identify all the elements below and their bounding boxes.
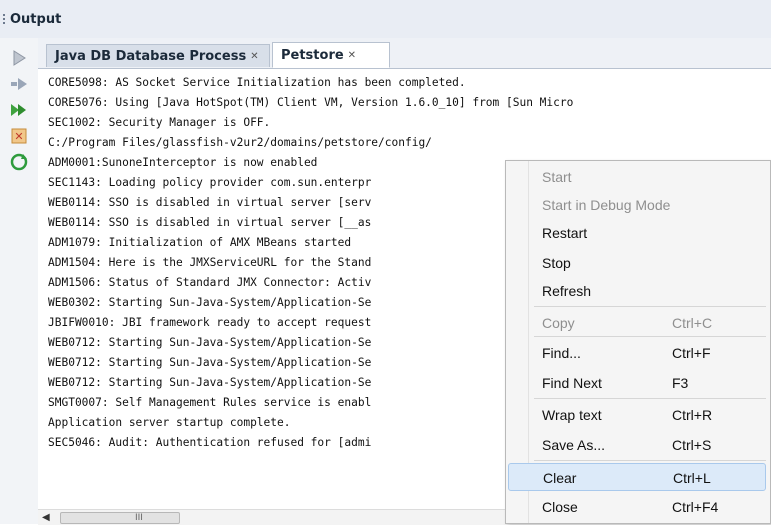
console-line: WEB0712: Starting Sun-Java-System/Applic…: [48, 356, 372, 369]
console-line: WEB0712: Starting Sun-Java-System/Applic…: [48, 376, 372, 389]
menu-item-copy: Copy Ctrl+C: [508, 309, 766, 337]
stop-button[interactable]: ✕: [8, 126, 30, 146]
console-line: WEB0712: Starting Sun-Java-System/Applic…: [48, 336, 372, 349]
console-line: SEC1002: Security Manager is OFF.: [48, 116, 271, 129]
menu-item-label: Start: [542, 169, 572, 185]
menu-separator: [534, 306, 766, 307]
tab-label: Java DB Database Process: [55, 48, 247, 64]
menu-item-label: Save As...: [542, 437, 606, 453]
menu-item-shortcut: Ctrl+R: [672, 407, 713, 423]
play-button[interactable]: [8, 48, 30, 68]
menu-item-shortcut: Ctrl+L: [673, 470, 711, 486]
console-line: WEB0114: SSO is disabled in virtual serv…: [48, 216, 372, 229]
console-line: ADM0001:SunoneInterceptor is now enabled: [48, 156, 318, 169]
refresh-button[interactable]: [8, 152, 30, 172]
stop-icon: ✕: [11, 128, 27, 144]
console-line: SEC1143: Loading policy provider com.sun…: [48, 176, 372, 189]
scroll-left-icon[interactable]: ◀: [42, 512, 50, 523]
menu-item-refresh[interactable]: Refresh: [508, 277, 766, 305]
menu-item-label: Restart: [542, 225, 588, 241]
menu-item-label: Find Next: [542, 375, 602, 391]
console-line: ADM1506: Status of Standard JMX Connecto…: [48, 276, 372, 289]
tab-bar: Java DB Database Process ✕ Petstore ✕: [38, 38, 771, 69]
scroll-thumb[interactable]: III: [60, 512, 180, 524]
menu-item-clear[interactable]: Clear Ctrl+L: [508, 463, 766, 491]
menu-item-save-as[interactable]: Save As... Ctrl+S: [508, 431, 766, 459]
console-line: WEB0114: SSO is disabled in virtual serv…: [48, 196, 372, 209]
play-icon: [13, 50, 26, 66]
scroll-grip: III: [135, 513, 143, 523]
menu-item-stop[interactable]: Stop: [508, 249, 766, 277]
output-window-header: Output: [0, 0, 771, 39]
menu-item-shortcut: Ctrl+S: [672, 437, 712, 453]
menu-item-shortcut: Ctrl+F: [672, 345, 711, 361]
console-line: ADM1079: Initialization of AMX MBeans st…: [48, 236, 352, 249]
menu-item-shortcut: F3: [672, 375, 689, 391]
menu-item-label: Refresh: [542, 283, 592, 299]
drag-handle[interactable]: [3, 14, 7, 24]
output-toolbar: ✕: [0, 38, 39, 524]
console-line: SMGT0007: Self Management Rules service …: [48, 396, 372, 409]
menu-item-shortcut: Ctrl+F4: [672, 499, 719, 515]
close-icon[interactable]: ✕: [250, 51, 258, 62]
fast-forward-icon: [11, 104, 26, 116]
tab-label: Petstore: [281, 47, 344, 63]
menu-item-label: Stop: [542, 255, 571, 271]
menu-item-label: Copy: [542, 315, 575, 331]
console-line: JBIFW0010: JBI framework ready to accept…: [48, 316, 372, 329]
menu-item-find-next[interactable]: Find Next F3: [508, 369, 766, 397]
menu-item-label: Start in Debug Mode: [542, 197, 671, 213]
window-title: Output: [10, 12, 62, 27]
console-line: ADM1504: Here is the JMXServiceURL for t…: [48, 256, 372, 269]
console-line: Application server startup complete.: [48, 416, 291, 429]
rerun-button[interactable]: [8, 74, 30, 94]
console-line: SEC5046: Audit: Authentication refused f…: [48, 436, 372, 449]
menu-item-shortcut: Ctrl+C: [672, 315, 713, 331]
menu-item-find[interactable]: Find... Ctrl+F: [508, 339, 766, 367]
menu-item-label: Clear: [543, 470, 577, 486]
menu-separator: [534, 398, 766, 399]
rerun-icon: [11, 78, 27, 90]
console-line: C:/Program Files/glassfish-v2ur2/domains…: [48, 136, 432, 149]
refresh-icon: [10, 153, 28, 171]
menu-item-restart[interactable]: Restart: [508, 219, 766, 247]
svg-text:✕: ✕: [14, 130, 23, 143]
console-line: CORE5098: AS Socket Service Initializati…: [48, 76, 466, 89]
close-icon[interactable]: ✕: [348, 50, 356, 61]
tab-java-db-process[interactable]: Java DB Database Process ✕: [46, 44, 270, 67]
console-line: CORE5076: Using [Java HotSpot(TM) Client…: [48, 96, 574, 109]
context-menu: Start Start in Debug Mode Restart Stop Refre…: [505, 160, 771, 524]
console-line: WEB0302: Starting Sun-Java-System/Applic…: [48, 296, 372, 309]
menu-item-label: Find...: [542, 345, 581, 361]
menu-item-wrap-text[interactable]: Wrap text Ctrl+R: [508, 401, 766, 429]
fast-forward-button[interactable]: [8, 100, 30, 120]
menu-item-start-in-debug-mode: Start in Debug Mode: [508, 191, 766, 219]
menu-item-start: Start: [508, 163, 766, 191]
tab-petstore[interactable]: Petstore ✕: [272, 42, 390, 68]
menu-item-close[interactable]: Close Ctrl+F4: [508, 493, 766, 521]
menu-item-label: Close: [542, 499, 578, 515]
menu-item-label: Wrap text: [542, 407, 602, 423]
menu-separator: [534, 460, 766, 461]
